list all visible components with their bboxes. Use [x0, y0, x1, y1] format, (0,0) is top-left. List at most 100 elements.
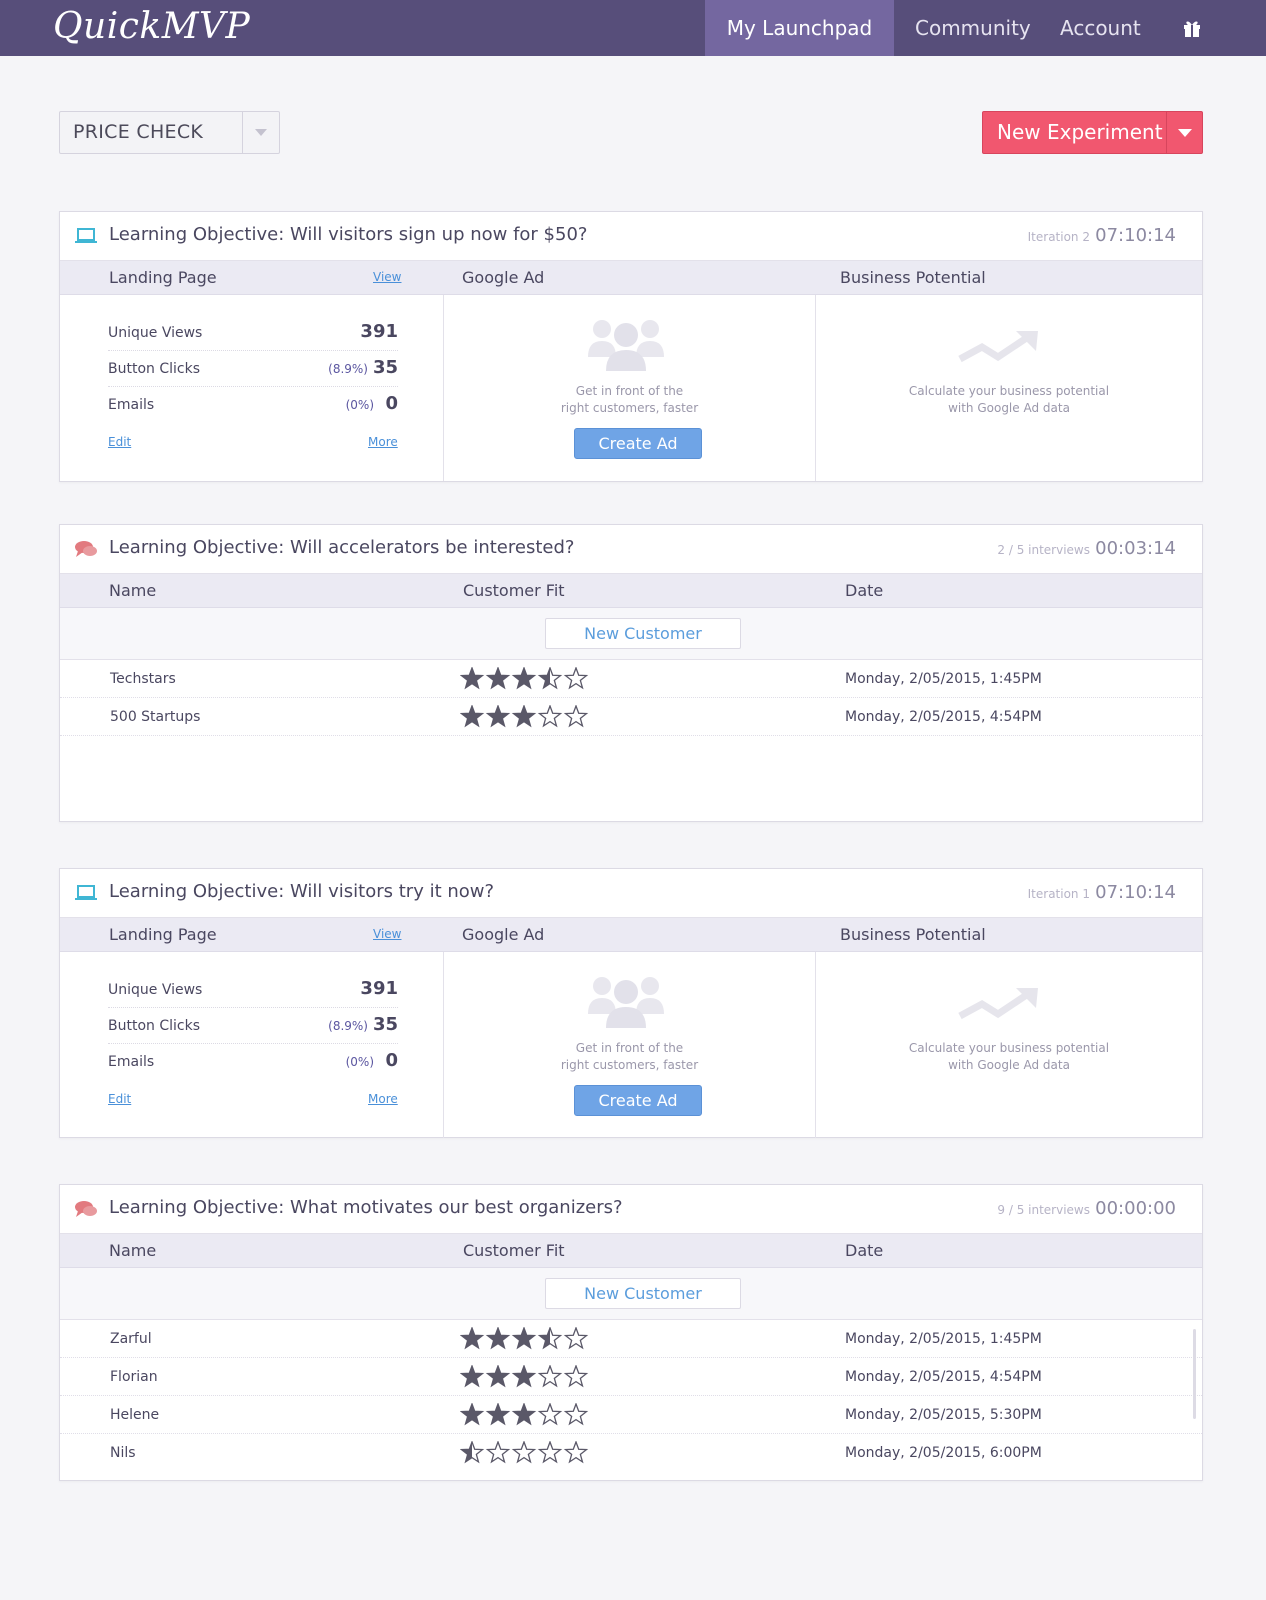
star-icon[interactable]	[485, 1441, 511, 1464]
star-icon[interactable]	[537, 667, 563, 690]
star-icon[interactable]	[537, 1441, 563, 1464]
gift-icon[interactable]	[1182, 18, 1202, 38]
star-rating[interactable]	[460, 667, 590, 691]
app-logo[interactable]: QuickMVP	[53, 6, 250, 47]
star-icon[interactable]	[563, 705, 589, 728]
star-icon[interactable]	[563, 1365, 589, 1388]
star-icon[interactable]	[537, 705, 563, 728]
customer-fit-column-header: Customer Fit	[463, 1241, 565, 1260]
new-customer-button[interactable]: New Customer	[545, 1278, 741, 1309]
stat-row: Emails (0%) 0	[108, 1044, 398, 1080]
selector-divider	[242, 112, 243, 153]
experiment-card-landing: Learning Objective: Will visitors sign u…	[59, 211, 1203, 482]
landing-body: Unique Views 391 Button Clicks (8.9%) 35…	[60, 952, 1202, 1138]
interview-name: Helene	[110, 1407, 160, 1423]
star-icon[interactable]	[485, 1327, 511, 1350]
star-icon[interactable]	[460, 1403, 485, 1426]
new-experiment-label: New Experiment	[997, 120, 1163, 144]
stat-percent: (0%)	[345, 398, 374, 412]
interview-count: 2 / 5 interviews	[997, 543, 1090, 557]
star-icon[interactable]	[563, 1327, 589, 1350]
star-icon[interactable]	[460, 1365, 485, 1388]
star-rating[interactable]	[460, 1441, 590, 1465]
star-rating[interactable]	[460, 1403, 590, 1427]
trend-up-icon	[958, 988, 1038, 1020]
chevron-down-icon[interactable]	[253, 126, 269, 138]
users-icon	[588, 320, 664, 371]
landing-page-header: Landing Page	[109, 925, 217, 944]
star-icon[interactable]	[511, 1327, 537, 1350]
more-link[interactable]: More	[368, 1092, 398, 1106]
landing-body: Unique Views 391 Button Clicks (8.9%) 35…	[60, 295, 1202, 481]
interview-row[interactable]: 500 Startups Monday, 2/05/2015, 4:54PM	[60, 698, 1202, 736]
interview-row[interactable]: Zarful Monday, 2/05/2015, 1:45PM	[60, 1320, 1202, 1358]
star-icon[interactable]	[563, 667, 589, 690]
star-icon[interactable]	[460, 667, 485, 690]
more-link[interactable]: More	[368, 435, 398, 449]
edit-link[interactable]: Edit	[108, 435, 131, 449]
interview-date: Monday, 2/05/2015, 1:45PM	[845, 1331, 1042, 1347]
google-ad-column: Get in front of the right customers, fas…	[444, 952, 816, 1138]
nav-community[interactable]: Community	[890, 0, 1056, 56]
landing-stats-column: Unique Views 391 Button Clicks (8.9%) 35…	[60, 952, 444, 1138]
new-experiment-button[interactable]: New Experiment	[982, 111, 1203, 154]
interview-row[interactable]: Florian Monday, 2/05/2015, 4:54PM	[60, 1358, 1202, 1396]
elapsed-time: 07:10:14	[1095, 882, 1176, 903]
star-icon[interactable]	[460, 1441, 485, 1464]
star-icon[interactable]	[511, 1403, 537, 1426]
card-title: Learning Objective: What motivates our b…	[109, 1197, 623, 1218]
star-icon[interactable]	[460, 705, 485, 728]
star-icon[interactable]	[563, 1403, 589, 1426]
star-icon[interactable]	[563, 1441, 589, 1464]
create-ad-button[interactable]: Create Ad	[574, 428, 702, 459]
stat-row: Button Clicks (8.9%) 35	[108, 1008, 398, 1044]
star-icon[interactable]	[537, 1327, 563, 1350]
star-icon[interactable]	[511, 1365, 537, 1388]
stat-value: 0	[385, 1050, 398, 1071]
star-icon[interactable]	[537, 1365, 563, 1388]
star-icon[interactable]	[537, 1403, 563, 1426]
nav-my-launchpad[interactable]: My Launchpad	[705, 0, 894, 56]
card-title: Learning Objective: Will visitors try it…	[109, 881, 495, 902]
nav-account[interactable]: Account	[1035, 0, 1166, 56]
interview-count: 9 / 5 interviews	[997, 1203, 1090, 1217]
top-nav-bar: QuickMVP My Launchpad Community Account	[0, 0, 1266, 56]
users-icon	[588, 977, 664, 1028]
chevron-down-icon[interactable]	[1176, 127, 1194, 139]
star-rating[interactable]	[460, 705, 590, 729]
star-icon[interactable]	[511, 705, 537, 728]
interview-row[interactable]: Nils Monday, 2/05/2015, 6:00PM	[60, 1434, 1202, 1472]
interview-row[interactable]: Helene Monday, 2/05/2015, 5:30PM	[60, 1396, 1202, 1434]
business-potential-column: Calculate your business potential with G…	[816, 952, 1202, 1138]
ad-text-line2: right customers, faster	[560, 401, 699, 415]
edit-link[interactable]: Edit	[108, 1092, 131, 1106]
star-icon[interactable]	[485, 1365, 511, 1388]
star-icon[interactable]	[485, 1403, 511, 1426]
star-icon[interactable]	[485, 705, 511, 728]
view-link[interactable]: View	[373, 270, 401, 284]
star-icon[interactable]	[511, 667, 537, 690]
star-icon[interactable]	[460, 1327, 485, 1350]
business-text-line2: with Google Ad data	[948, 401, 1070, 415]
new-customer-row: New Customer	[60, 1268, 1202, 1320]
landing-page-header: Landing Page	[109, 268, 217, 287]
view-link[interactable]: View	[373, 927, 401, 941]
experiment-selector[interactable]: PRICE CHECK	[59, 111, 280, 154]
stat-percent: (8.9%)	[328, 362, 368, 376]
ad-text-line1: Get in front of the	[575, 1041, 684, 1055]
stat-value: 35	[372, 357, 398, 378]
create-ad-button[interactable]: Create Ad	[574, 1085, 702, 1116]
new-customer-button[interactable]: New Customer	[545, 618, 741, 649]
star-icon[interactable]	[485, 667, 511, 690]
interview-name: 500 Startups	[110, 709, 201, 725]
stat-label: Emails	[108, 397, 155, 413]
star-rating[interactable]	[460, 1365, 590, 1389]
star-rating[interactable]	[460, 1327, 590, 1351]
chat-bubbles-icon	[75, 541, 97, 557]
ad-text-line2: right customers, faster	[560, 1058, 699, 1072]
scrollbar[interactable]	[1193, 1329, 1196, 1419]
star-icon[interactable]	[511, 1441, 537, 1464]
interview-row[interactable]: Techstars Monday, 2/05/2015, 1:45PM	[60, 660, 1202, 698]
stat-percent: (0%)	[345, 1055, 374, 1069]
stat-value: 0	[385, 393, 398, 414]
